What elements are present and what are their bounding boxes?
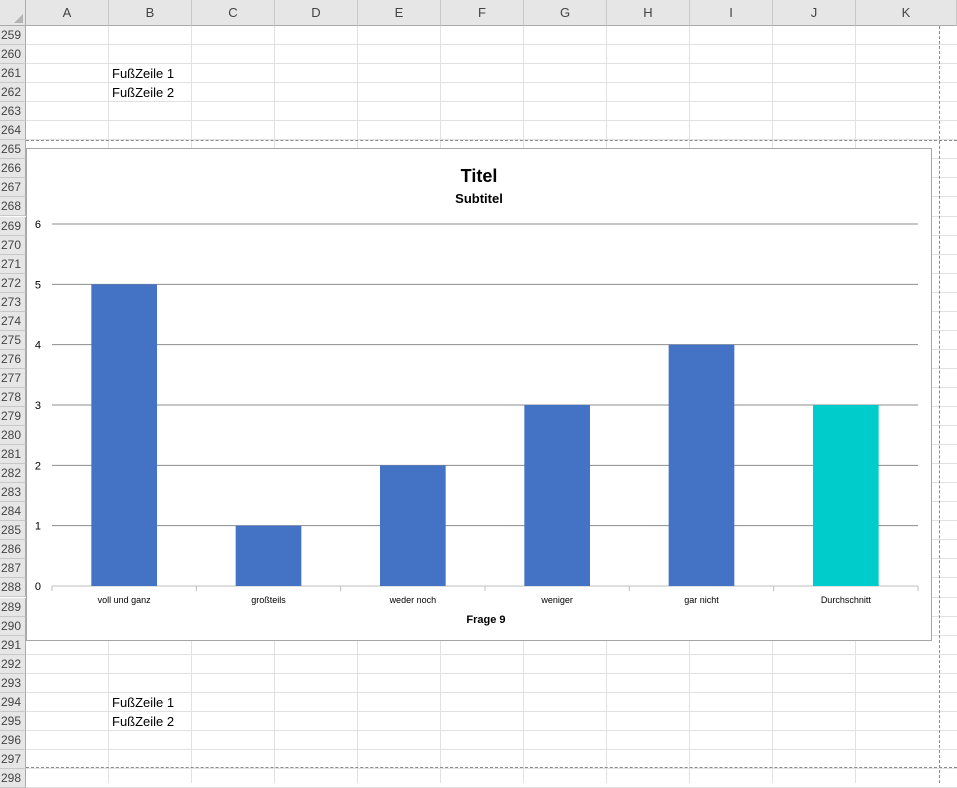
row-header-261[interactable]: 261 [0, 64, 26, 84]
row-gridline [26, 672, 957, 674]
chart-canvas: Titel Subtitel Frage 9 0 1 2 3 4 5 6 voll und g… [35, 166, 919, 626]
column-header-a[interactable]: A [26, 0, 109, 26]
x-tick-label: Durchschnitt [821, 595, 872, 605]
plot-area: 0 1 2 3 4 5 6 voll und ganz großteils weder noch w… [35, 219, 919, 605]
y-tick-label: 0 [35, 581, 41, 593]
page-break-line-vertical [939, 26, 940, 783]
page-break-line [26, 767, 957, 768]
row-header-273[interactable]: 273 [0, 292, 26, 312]
y-tick-label: 2 [35, 460, 41, 472]
bar [235, 525, 302, 586]
row-header-294[interactable]: 294 [0, 692, 26, 712]
row-gridline [26, 120, 957, 122]
y-tick-label: 1 [35, 521, 41, 533]
row-gridline [26, 653, 957, 655]
row-header-274[interactable]: 274 [0, 311, 26, 331]
bar [668, 344, 735, 586]
column-header-b[interactable]: B [109, 0, 192, 26]
row-header-286[interactable]: 286 [0, 540, 26, 560]
row-header-278[interactable]: 278 [0, 387, 26, 407]
cell-b295[interactable]: FußZeile 2 [112, 712, 174, 731]
row-header-291[interactable]: 291 [0, 635, 26, 655]
x-axis-title: Frage 9 [466, 614, 505, 626]
bar [524, 405, 591, 586]
column-header-j[interactable]: J [773, 0, 856, 26]
row-header-283[interactable]: 283 [0, 483, 26, 503]
row-header-297[interactable]: 297 [0, 749, 26, 769]
row-header-293[interactable]: 293 [0, 673, 26, 693]
row-header-279[interactable]: 279 [0, 407, 26, 427]
row-header-276[interactable]: 276 [0, 349, 26, 369]
row-header-262[interactable]: 262 [0, 83, 26, 103]
column-header-g[interactable]: G [524, 0, 607, 26]
row-gridline [26, 767, 957, 769]
row-header-269[interactable]: 269 [0, 216, 26, 236]
row-header-280[interactable]: 280 [0, 426, 26, 446]
chart-subtitle: Subtitel [455, 191, 503, 206]
row-header-296[interactable]: 296 [0, 730, 26, 750]
row-header-267[interactable]: 267 [0, 178, 26, 198]
row-header-271[interactable]: 271 [0, 254, 26, 274]
row-header-282[interactable]: 282 [0, 464, 26, 484]
column-header-e[interactable]: E [358, 0, 441, 26]
bar-chart[interactable]: Titel Subtitel Frage 9 0 1 2 3 4 5 6 voll und g… [26, 148, 932, 641]
column-header-d[interactable]: D [275, 0, 358, 26]
y-tick-label: 4 [35, 340, 41, 352]
row-header-290[interactable]: 290 [0, 616, 26, 636]
x-tick-label: weder noch [389, 595, 437, 605]
chart-title: Titel [461, 166, 498, 186]
x-tick-label: gar nicht [684, 595, 719, 605]
cell-b261[interactable]: FußZeile 1 [112, 64, 174, 83]
spreadsheet-grid[interactable]: ABCDEFGHIJK 259 260 261 262 263 264 265 266 267 2… [0, 0, 957, 788]
row-header-260[interactable]: 260 [0, 45, 26, 65]
y-tick-label: 5 [35, 279, 41, 291]
row-gridline [26, 44, 957, 46]
row-header-268[interactable]: 268 [0, 197, 26, 217]
x-tick-label: weniger [540, 595, 573, 605]
cell-b294[interactable]: FußZeile 1 [112, 693, 174, 712]
column-header-f[interactable]: F [441, 0, 524, 26]
x-tick-label: großteils [251, 595, 286, 605]
x-tick-label: voll und ganz [98, 595, 152, 605]
row-header-295[interactable]: 295 [0, 711, 26, 731]
row-header-264[interactable]: 264 [0, 121, 26, 141]
bar [812, 405, 879, 586]
y-tick-label: 6 [35, 219, 41, 231]
row-header-266[interactable]: 266 [0, 159, 26, 179]
column-header-h[interactable]: H [607, 0, 690, 26]
cell-b262[interactable]: FußZeile 2 [112, 83, 174, 102]
page-break-line [26, 140, 957, 141]
row-header-259[interactable]: 259 [0, 26, 26, 46]
column-header-k[interactable]: K [856, 0, 957, 26]
y-tick-label: 3 [35, 400, 41, 412]
row-header-288[interactable]: 288 [0, 578, 26, 598]
row-gridline [26, 748, 957, 750]
column-header-c[interactable]: C [192, 0, 275, 26]
row-header-284[interactable]: 284 [0, 502, 26, 522]
row-header-270[interactable]: 270 [0, 235, 26, 255]
column-header-i[interactable]: I [690, 0, 773, 26]
row-header-275[interactable]: 275 [0, 330, 26, 350]
row-header-263[interactable]: 263 [0, 102, 26, 122]
row-header-277[interactable]: 277 [0, 368, 26, 388]
select-all-corner[interactable] [0, 0, 26, 26]
bar [91, 284, 158, 586]
row-header-287[interactable]: 287 [0, 559, 26, 579]
row-header-292[interactable]: 292 [0, 654, 26, 674]
bar [379, 465, 446, 586]
row-header-285[interactable]: 285 [0, 521, 26, 541]
row-header-265[interactable]: 265 [0, 140, 26, 160]
row-header-281[interactable]: 281 [0, 445, 26, 465]
row-header-298[interactable]: 298 [0, 768, 26, 788]
row-header-289[interactable]: 289 [0, 597, 26, 617]
row-header-272[interactable]: 272 [0, 273, 26, 293]
